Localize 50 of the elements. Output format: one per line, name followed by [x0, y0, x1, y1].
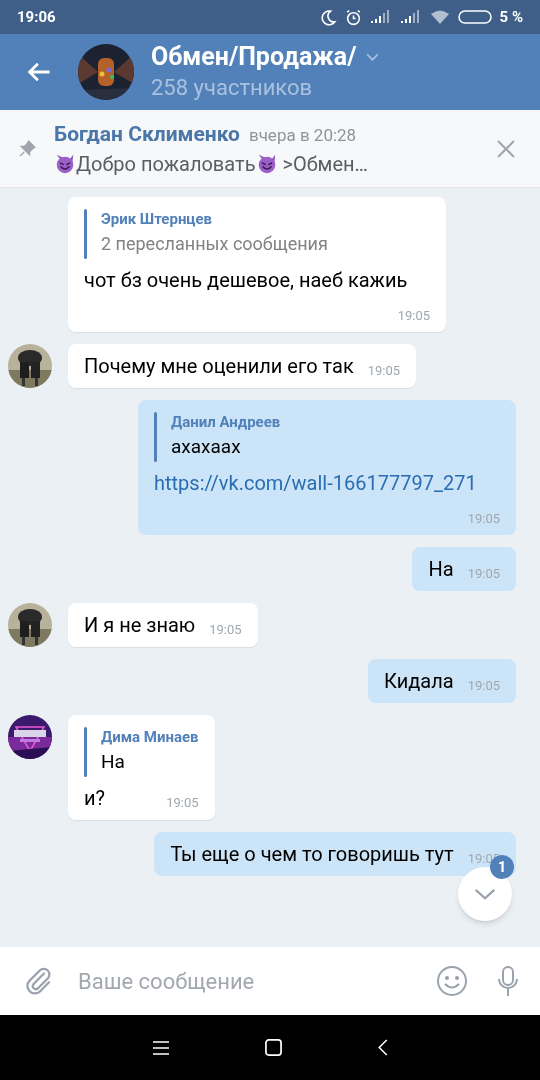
- voice-button[interactable]: [476, 947, 540, 1015]
- menu-icon[interactable]: [152, 1040, 169, 1055]
- pinned-text: >Обмен…: [281, 151, 368, 176]
- pinned-time: вчера в 20:28: [248, 123, 357, 147]
- message-text: На: [428, 557, 454, 581]
- microphone-icon: [496, 965, 520, 997]
- status-time: 19:06: [17, 6, 56, 28]
- message-text: И я не знаю: [84, 613, 196, 637]
- message-time: 19:05: [467, 677, 500, 695]
- message-time: 19:05: [166, 794, 199, 812]
- smiley-icon: [436, 965, 468, 997]
- signal-icon: [369, 10, 392, 24]
- forward-text: 2 пересланных сообщения: [101, 232, 328, 256]
- message-time: 19:05: [467, 565, 500, 583]
- chat-title[interactable]: Обмен/Продажа/: [151, 41, 357, 73]
- square-icon[interactable]: [264, 1039, 282, 1056]
- message-time: 19:05: [367, 362, 401, 380]
- pinned-text: Добро пожаловать: [76, 151, 256, 176]
- member-count: 258 участников: [151, 74, 314, 102]
- devil-emoji-icon: [54, 152, 76, 175]
- forward-text: На: [101, 749, 126, 775]
- forward-text: ахахаах: [171, 434, 242, 460]
- paperclip-icon: [24, 966, 54, 996]
- pinned-author: Богдан Склименко: [54, 120, 240, 148]
- battery-percent: 5 %: [499, 6, 523, 28]
- message-text: чот бз очень дешевое, наеб кажиь: [84, 268, 408, 292]
- message-text: Кидала: [384, 669, 454, 693]
- close-icon: [496, 138, 516, 159]
- message-time: 19:05: [467, 510, 500, 528]
- forward-author[interactable]: Эрик Штернцев: [101, 209, 328, 229]
- pin-icon: [19, 140, 36, 157]
- message-text: Почему мне оценили его так: [84, 354, 354, 378]
- alarm-icon: [344, 8, 362, 26]
- message-input[interactable]: Ваше сообщение: [78, 947, 428, 1015]
- message-link[interactable]: https://vk.com/wall-166177797_271: [154, 471, 477, 495]
- attach-button[interactable]: [0, 947, 78, 1015]
- message-time: 19:05: [397, 307, 430, 325]
- message-time: 19:05: [209, 621, 242, 639]
- message-text: Ты еще о чем то говоришь тут: [170, 842, 454, 866]
- battery-icon: [457, 10, 492, 24]
- pinned-message[interactable]: Богдан Склименко вчера в 20:28 Добро пожаловать >Обмен…: [0, 110, 540, 188]
- wifi-icon: [429, 10, 450, 24]
- chevron-down-icon: [473, 887, 497, 901]
- message-text: и?: [84, 786, 105, 810]
- back-chevron-icon[interactable]: [377, 1039, 388, 1056]
- forward-author[interactable]: Данил Андреев: [171, 412, 281, 432]
- forward-author[interactable]: Дима Минаев: [101, 727, 199, 747]
- signal-icon: [399, 10, 422, 24]
- chevron-down-icon[interactable]: [366, 52, 380, 62]
- moon-icon: [319, 8, 337, 26]
